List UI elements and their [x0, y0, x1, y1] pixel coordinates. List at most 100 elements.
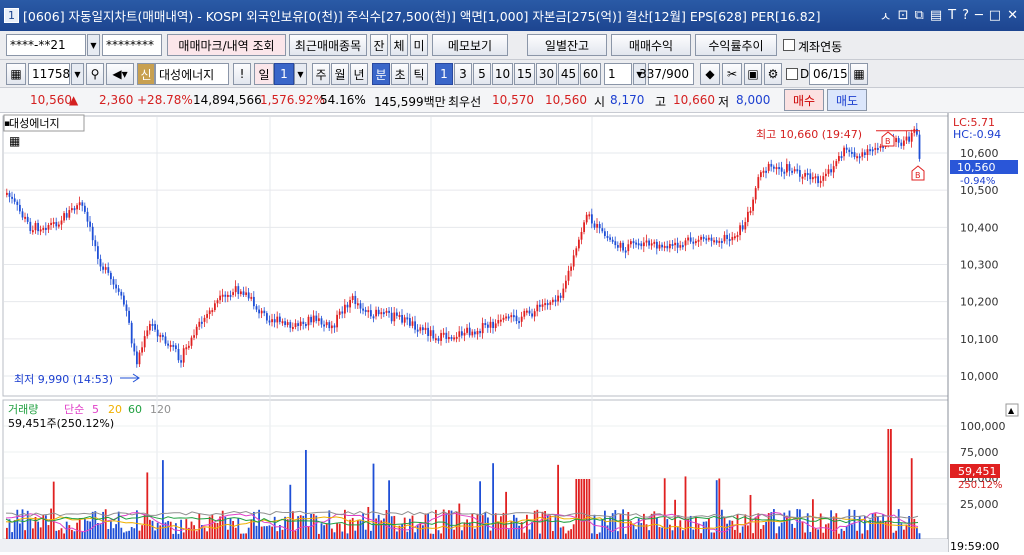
candle: [637, 243, 640, 246]
interval-1[interactable]: 1: [435, 63, 453, 85]
chart-area[interactable]: BB 10,600 10,500 10,400 10,300 10,200 10,100 1…: [0, 113, 1024, 553]
candle: [99, 258, 102, 267]
minimize-icon[interactable]: ─: [975, 8, 983, 23]
chevron-down-icon[interactable]: ▼: [294, 63, 307, 85]
volume-bar: [110, 521, 112, 539]
candle: [149, 324, 151, 331]
calendar-icon[interactable]: ▦: [850, 63, 868, 85]
period-second-button[interactable]: 초: [391, 63, 409, 85]
candle: [63, 213, 65, 221]
period-week-button[interactable]: 주: [312, 63, 330, 85]
volume-bar: [424, 513, 427, 539]
pin-icon[interactable]: ⊡: [898, 8, 909, 23]
question-icon[interactable]: ?: [962, 8, 969, 23]
chevron-down-icon[interactable]: ▼: [87, 34, 100, 56]
restore-icon[interactable]: ⧉: [915, 8, 924, 23]
filled-button[interactable]: 체: [390, 34, 408, 56]
period-value[interactable]: 1: [274, 63, 294, 85]
account-input[interactable]: ****-**21: [6, 34, 86, 56]
alert-button[interactable]: !: [233, 63, 251, 85]
volume-bar: [115, 524, 117, 539]
period-year-button[interactable]: 년: [350, 63, 368, 85]
hc-label: HC:-0.94: [953, 128, 1001, 141]
interval-5[interactable]: 5: [473, 63, 491, 85]
date-checkbox[interactable]: [786, 68, 798, 80]
recent-trades-button[interactable]: 최근매매종목: [289, 34, 367, 56]
volume-bar: [263, 526, 266, 539]
volume-bar: [427, 513, 429, 539]
profit-trend-button[interactable]: 수익률추이: [695, 34, 777, 56]
daily-balance-button[interactable]: 일별잔고: [527, 34, 607, 56]
candle: [674, 242, 676, 246]
save-icon[interactable]: ▣: [744, 63, 762, 85]
volume-bar: [487, 517, 489, 539]
candle: [671, 243, 674, 246]
text-icon[interactable]: T: [948, 8, 956, 23]
volume-bar: [567, 530, 570, 539]
candle: [73, 208, 76, 211]
chart-type-icon[interactable]: ✂: [722, 63, 742, 85]
buy-button[interactable]: 매수: [784, 89, 824, 111]
candle: [705, 238, 708, 241]
candle: [206, 314, 208, 318]
volume-bar: [107, 528, 110, 539]
balance-button[interactable]: 잔: [370, 34, 388, 56]
volume-bar: [905, 524, 908, 539]
table-icon[interactable]: ▦: [9, 134, 20, 148]
maximize-icon[interactable]: □: [989, 8, 1001, 23]
period-tick-button[interactable]: 틱: [410, 63, 428, 85]
unfilled-button[interactable]: 미: [410, 34, 428, 56]
password-input[interactable]: ********: [102, 34, 162, 56]
interval-input[interactable]: 1: [604, 63, 632, 85]
interval-60[interactable]: 60: [580, 63, 601, 85]
candle: [328, 322, 331, 329]
candle: [783, 171, 786, 174]
candle: [663, 245, 666, 248]
candle: [263, 310, 266, 314]
volume-bar: [856, 530, 858, 539]
gear-icon[interactable]: ⚙: [764, 63, 782, 85]
chevron-down-icon[interactable]: ▼: [71, 63, 84, 85]
volume-bar: [705, 521, 708, 539]
candle: [227, 294, 229, 297]
date-input[interactable]: 06/15: [809, 63, 849, 85]
volume-bar: [479, 481, 481, 539]
volume-bar: [591, 533, 593, 539]
search-icon[interactable]: ⚲: [86, 63, 104, 85]
volume-bar: [89, 521, 91, 539]
account-link-checkbox[interactable]: [783, 39, 795, 51]
candle: [237, 286, 240, 295]
period-minute-button[interactable]: 분: [372, 63, 390, 85]
memo-button[interactable]: 메모보기: [432, 34, 508, 56]
price-volume-chart[interactable]: BB 10,60010,50010,40010,30010,20010,1001…: [0, 113, 1024, 553]
candle: [476, 331, 479, 335]
close-icon[interactable]: ✕: [1007, 8, 1018, 23]
volume-bar: [97, 522, 99, 539]
font-icon[interactable]: ㅅ: [880, 6, 892, 25]
volume-bar: [71, 529, 73, 539]
speaker-icon[interactable]: ◀▾: [106, 63, 134, 85]
interval-30[interactable]: 30: [536, 63, 557, 85]
stock-code-input[interactable]: 117580: [28, 63, 78, 85]
interval-3[interactable]: 3: [454, 63, 472, 85]
scroll-up-icon[interactable]: ▲: [1008, 406, 1015, 415]
tool-icon[interactable]: ◆: [700, 63, 720, 85]
volume-bar: [364, 529, 367, 539]
volume-bar: [354, 530, 357, 539]
interval-10[interactable]: 10: [492, 63, 513, 85]
sell-button[interactable]: 매도: [827, 89, 867, 111]
candle: [65, 213, 68, 218]
candle: [445, 332, 448, 339]
interval-15[interactable]: 15: [514, 63, 535, 85]
candle: [572, 255, 575, 267]
grid-icon[interactable]: ▦: [6, 63, 26, 85]
period-month-button[interactable]: 월: [331, 63, 349, 85]
interval-45[interactable]: 45: [558, 63, 579, 85]
trade-mark-button[interactable]: 매매마크/내역 조회: [167, 34, 286, 56]
trade-profit-button[interactable]: 매매수익: [611, 34, 691, 56]
period-day-button[interactable]: 일: [254, 63, 274, 85]
candle: [814, 176, 817, 179]
candle: [903, 140, 905, 146]
link-icon[interactable]: ▤: [930, 8, 942, 23]
candle: [55, 222, 58, 227]
